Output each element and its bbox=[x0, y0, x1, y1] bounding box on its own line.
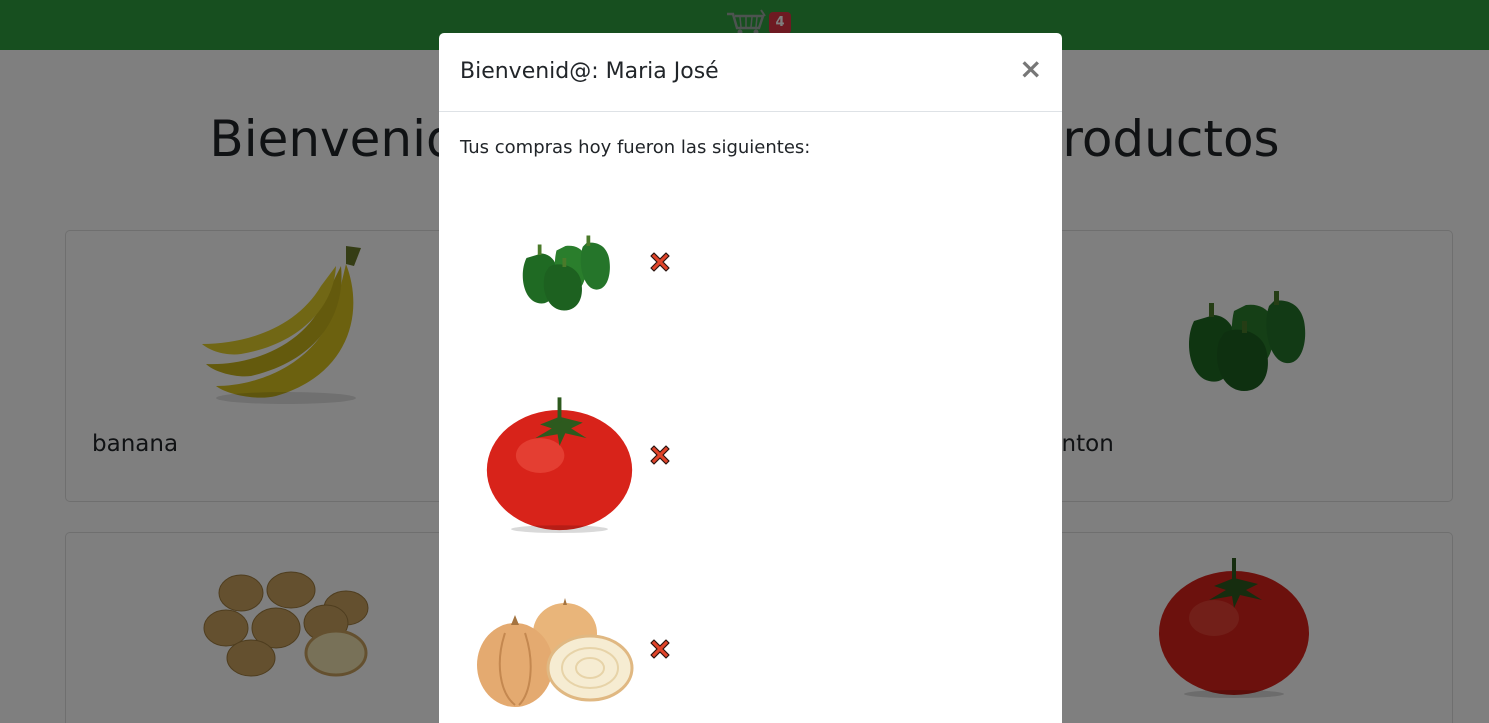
onion-icon bbox=[475, 593, 645, 713]
green-pepper-icon bbox=[499, 228, 629, 318]
modal-header: Bienvenid@: Maria José × bbox=[439, 33, 1062, 112]
modal-intro-text: Tus compras hoy fueron las siguientes: bbox=[460, 137, 811, 158]
tomato-icon bbox=[482, 378, 637, 533]
purchases-modal: Bienvenid@: Maria José × Tus compras hoy… bbox=[439, 33, 1062, 723]
remove-x-icon[interactable] bbox=[648, 250, 672, 274]
close-icon[interactable]: × bbox=[1019, 55, 1042, 83]
remove-x-icon[interactable] bbox=[648, 443, 672, 467]
modal-title: Bienvenid@: Maria José bbox=[460, 59, 719, 84]
remove-x-icon[interactable] bbox=[648, 637, 672, 661]
